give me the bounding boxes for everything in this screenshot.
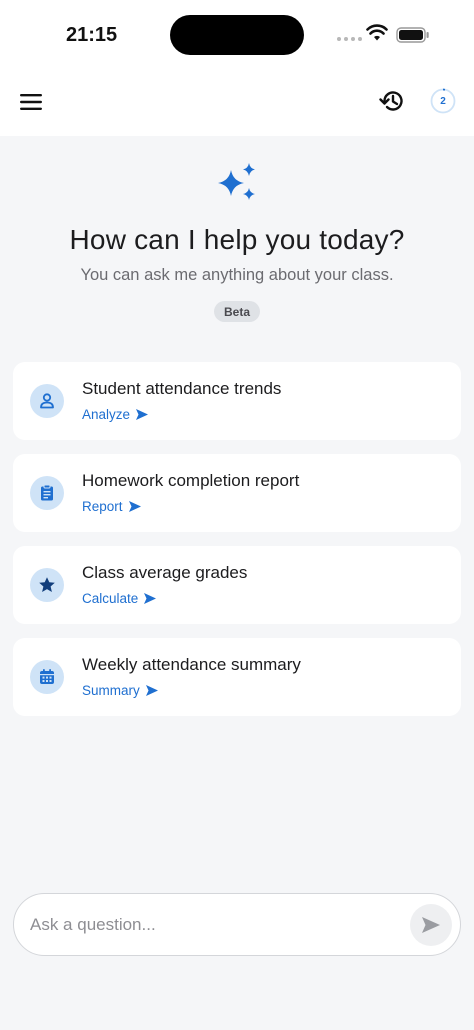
status-time: 21:15	[66, 24, 118, 46]
status-bar: 21:15	[0, 0, 474, 70]
hamburger-icon	[20, 94, 42, 110]
clipboard-icon	[30, 476, 64, 510]
question-input[interactable]	[30, 894, 400, 955]
suggestion-action-label: Report	[82, 499, 123, 514]
wifi-icon	[366, 24, 388, 41]
send-button[interactable]	[410, 904, 452, 946]
suggestion-title: Class average grades	[82, 563, 248, 582]
suggestion-action-label: Analyze	[82, 407, 131, 422]
dynamic-island	[170, 15, 304, 55]
sparkles-icon	[218, 163, 255, 200]
send-icon	[422, 917, 440, 933]
page-title: How can I help you today?	[69, 224, 405, 255]
question-composer	[13, 893, 461, 956]
signal-icon	[337, 37, 362, 41]
menu-button[interactable]	[18, 89, 44, 115]
beta-badge: Beta	[214, 301, 260, 322]
usage-count: 2	[440, 95, 446, 107]
history-icon	[379, 91, 403, 111]
history-button[interactable]	[378, 87, 406, 115]
page-subtitle: You can ask me anything about your class…	[80, 266, 394, 284]
suggestion-card-average-grades[interactable]: Class average grades Calculate	[13, 546, 461, 624]
suggestion-title: Homework completion report	[82, 471, 300, 490]
suggestion-action-link[interactable]: Summary	[82, 683, 158, 698]
suggestion-action-link[interactable]: Analyze	[82, 407, 149, 422]
calendar-icon	[30, 660, 64, 694]
suggestion-card-homework-report[interactable]: Homework completion report Report	[13, 454, 461, 532]
suggestion-title: Weekly attendance summary	[82, 655, 301, 674]
usage-counter[interactable]: 2	[430, 88, 456, 114]
suggestion-action-label: Summary	[82, 683, 140, 698]
send-arrow-icon	[128, 501, 141, 512]
send-arrow-icon	[144, 593, 157, 604]
send-arrow-icon	[136, 409, 149, 420]
app-header: 2	[0, 70, 474, 136]
suggestion-title: Student attendance trends	[82, 379, 282, 398]
suggestion-action-link[interactable]: Report	[82, 499, 141, 514]
star-icon	[30, 568, 64, 602]
battery-icon	[396, 27, 429, 43]
suggestion-card-weekly-summary[interactable]: Weekly attendance summary Summary	[13, 638, 461, 716]
suggestion-card-attendance-trends[interactable]: Student attendance trends Analyze	[13, 362, 461, 440]
person-icon	[30, 384, 64, 418]
suggestion-action-label: Calculate	[82, 591, 139, 606]
send-arrow-icon	[145, 685, 158, 696]
suggestion-action-link[interactable]: Calculate	[82, 591, 157, 606]
